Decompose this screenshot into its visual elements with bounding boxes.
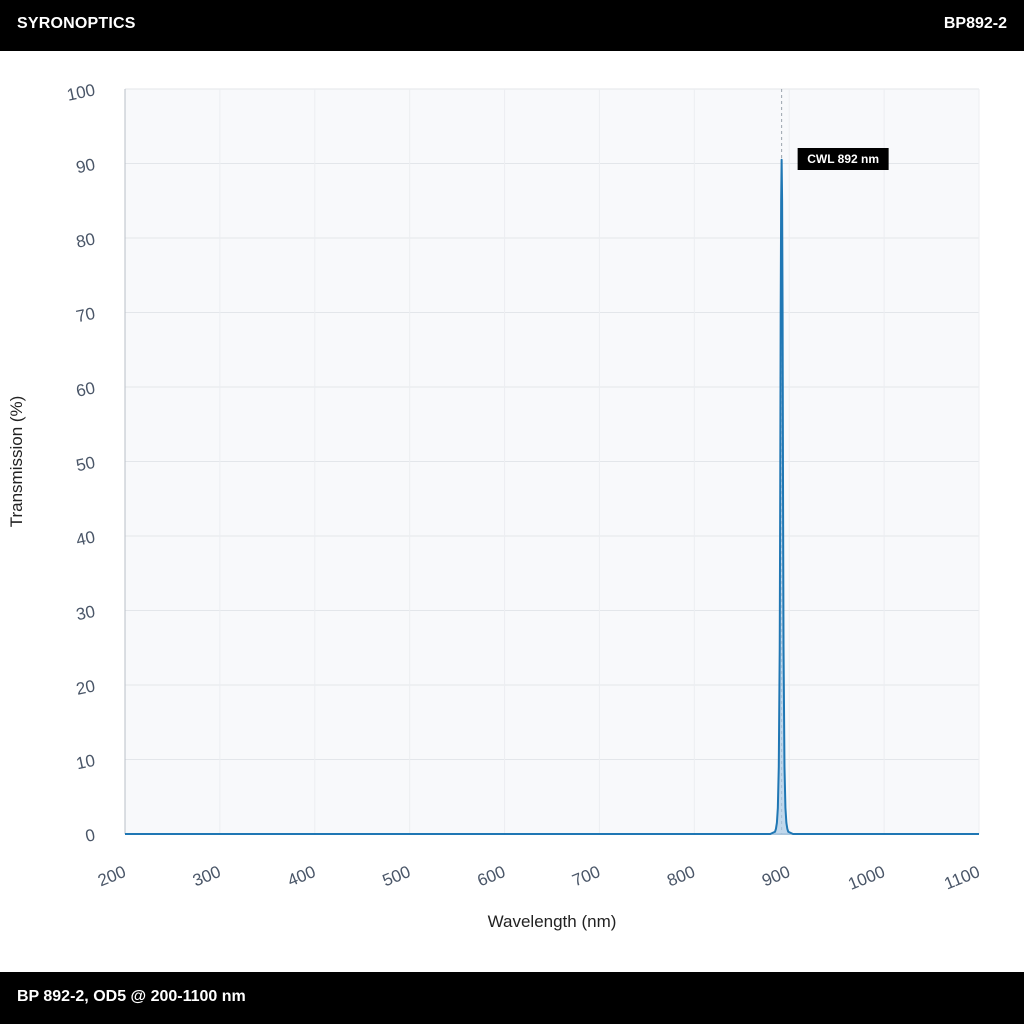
x-tick-label: 1000 bbox=[845, 862, 887, 894]
y-tick-label: 80 bbox=[74, 229, 96, 252]
y-tick-labels: 0 10 20 30 40 50 60 70 80 90 100 bbox=[65, 80, 97, 846]
x-tick-label: 900 bbox=[759, 862, 792, 890]
y-tick-label: 10 bbox=[74, 751, 96, 774]
footer-caption: BP 892-2, OD5 @ 200-1100 nm bbox=[17, 988, 246, 1005]
y-axis-title: Transmission (%) bbox=[7, 396, 26, 528]
x-tick-label: 600 bbox=[475, 862, 508, 890]
transmission-chart: 0 10 20 30 40 50 60 70 80 90 100 200 300 400 500 600 70… bbox=[7, 80, 982, 931]
y-tick-label: 60 bbox=[74, 378, 96, 401]
y-tick-label: 90 bbox=[74, 155, 96, 178]
y-tick-label: 50 bbox=[74, 453, 96, 476]
cwl-annotation: CWL 892 nm bbox=[797, 148, 889, 170]
brand-name: SYRONOPTICS bbox=[17, 15, 136, 32]
y-tick-label: 0 bbox=[84, 825, 97, 846]
y-tick-label: 30 bbox=[74, 602, 96, 625]
x-tick-label: 1100 bbox=[941, 862, 982, 893]
x-tick-label: 400 bbox=[285, 862, 318, 890]
y-tick-label: 20 bbox=[74, 676, 96, 699]
part-number: BP892-2 bbox=[943, 15, 1007, 32]
footer-bar: BP 892-2, OD5 @ 200-1100 nm bbox=[0, 972, 1024, 1024]
y-tick-label: 70 bbox=[74, 304, 96, 327]
x-tick-labels: 200 300 400 500 600 700 800 900 1000 1100 bbox=[95, 862, 982, 894]
header-bar: SYRONOPTICS BP892-2 bbox=[0, 0, 1024, 51]
cwl-annotation-label: CWL 892 nm bbox=[807, 152, 879, 166]
x-tick-label: 300 bbox=[190, 862, 223, 890]
y-tick-label: 100 bbox=[65, 80, 97, 104]
x-tick-label: 800 bbox=[664, 862, 697, 890]
y-tick-label: 40 bbox=[74, 527, 96, 550]
x-tick-label: 200 bbox=[95, 862, 128, 890]
x-tick-label: 700 bbox=[570, 862, 603, 890]
x-tick-label: 500 bbox=[380, 862, 413, 890]
x-axis-title: Wavelength (nm) bbox=[488, 912, 617, 931]
